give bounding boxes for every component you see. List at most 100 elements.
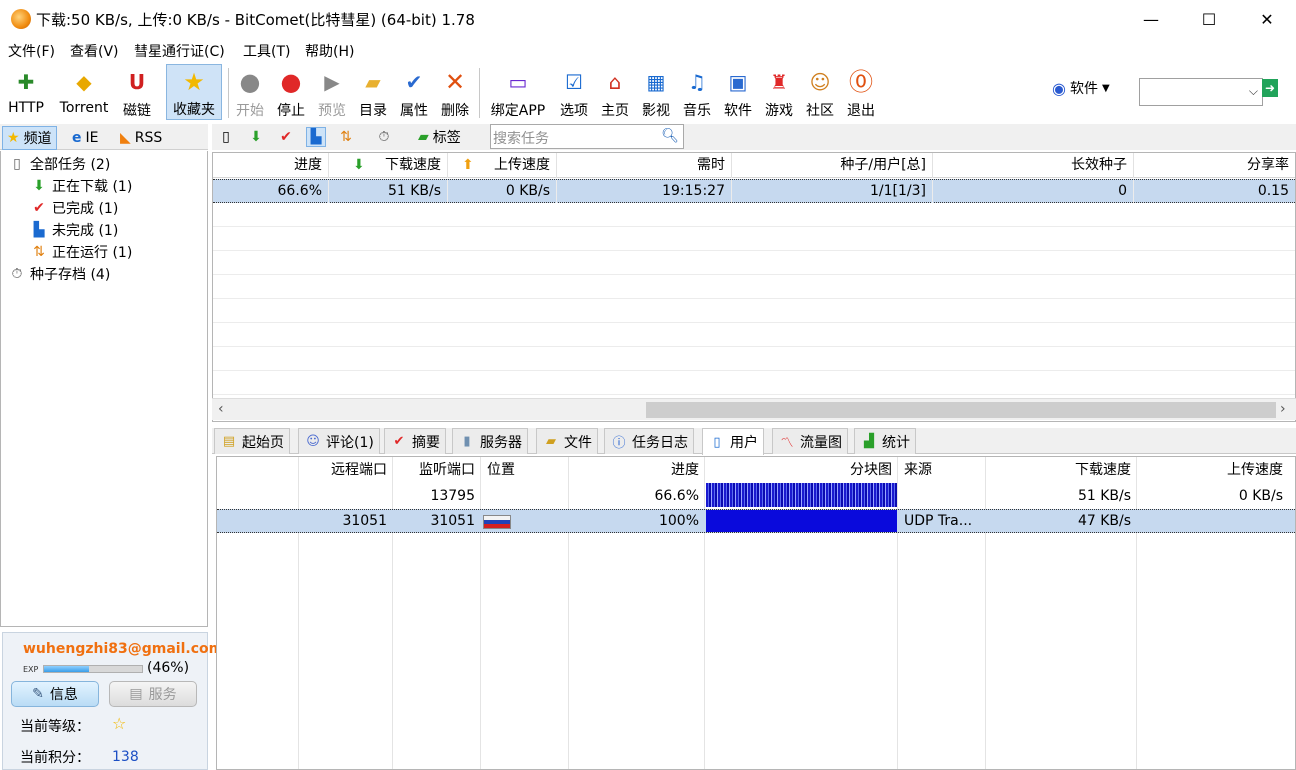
properties-icon: ✔: [405, 70, 423, 94]
task-row[interactable]: 66.6% 51 KB/s 0 KB/s 19:15:27 1/1[1/3] 0…: [213, 179, 1295, 203]
web-search-combo[interactable]: ⌵: [1139, 78, 1263, 106]
tab-servers[interactable]: ▮ 服务器: [452, 428, 528, 454]
col-upload-speed[interactable]: ⬆ 上传速度: [448, 153, 557, 178]
task-search-input[interactable]: 搜索任务: [493, 128, 549, 148]
col-pieces-map[interactable]: 分块图: [705, 457, 898, 484]
properties-button[interactable]: ✔ 属性: [396, 64, 432, 120]
exit-button[interactable]: ⓪ 退出: [843, 64, 879, 120]
bitcomet-logo-icon: [11, 9, 31, 29]
scroll-left-icon[interactable]: ‹: [218, 401, 224, 417]
menu-file[interactable]: 文件(F): [8, 41, 55, 61]
tab-start-page[interactable]: ▤ 起始页: [214, 428, 290, 454]
peer-row-self[interactable]: 13795 66.6% 51 KB/s 0 KB/s: [217, 483, 1295, 509]
peer-progress: 100%: [658, 513, 699, 529]
community-button[interactable]: ☺ 社区: [802, 64, 838, 120]
tab-ie[interactable]: e IE: [68, 126, 102, 150]
tab-files[interactable]: ▰ 文件: [536, 428, 598, 454]
col-source[interactable]: 来源: [898, 457, 986, 484]
tab-channel[interactable]: ★ 频道: [2, 126, 57, 150]
tag-button[interactable]: ▰ 标签: [418, 127, 461, 147]
peer-remote-port: 31051: [342, 513, 387, 529]
stop-button[interactable]: ● 停止: [273, 64, 309, 120]
running-icon: ⇅: [33, 244, 45, 260]
peer-row[interactable]: 31051 31051 100% UDP Tra... 47 KB/s: [217, 509, 1295, 533]
all-tasks-filter-icon[interactable]: ▯: [216, 127, 236, 147]
download-arrow-icon: ⬇: [353, 157, 365, 173]
http-button[interactable]: ✚ HTTP: [4, 64, 48, 120]
col-seeds-peers[interactable]: 种子/用户[总]: [732, 153, 933, 178]
exp-percent: (46%): [147, 660, 190, 676]
torrent-archive-filter-icon[interactable]: ⏱: [374, 127, 394, 147]
chevron-down-icon[interactable]: ⌵: [1249, 84, 1258, 99]
summary-icon: ✔: [393, 434, 405, 449]
menu-help[interactable]: 帮助(H): [305, 41, 354, 61]
col-location[interactable]: 位置: [481, 457, 569, 484]
tree-item-torrent-archive[interactable]: ⏱ 种子存档 (4): [9, 263, 111, 285]
task-list-horizontal-scrollbar[interactable]: ‹ ›: [212, 398, 1296, 420]
software-dropdown[interactable]: ◉ 软件 ▼: [1052, 78, 1110, 98]
delete-button[interactable]: ✕ 删除: [437, 64, 473, 120]
task-filter-toolbar: ▯ ⬇ ✔ ▙ ⇅ ⏱ ▰ 标签 搜索任务 🔍︎: [212, 124, 1296, 150]
tab-comments[interactable]: ☺ 评论(1): [298, 428, 380, 454]
start-button[interactable]: ● 开始: [232, 64, 268, 120]
task-list: 进度 ⬇ 下载速度 ⬆ 上传速度 需时 种子/用户[总] 长效种子 分享率 66…: [212, 152, 1296, 422]
options-button[interactable]: ☑ 选项: [556, 64, 592, 120]
user-email[interactable]: wuhengzhi83@gmail.com: [23, 641, 223, 657]
col-long-seeds[interactable]: 长效种子: [933, 153, 1134, 178]
torrent-button[interactable]: ◆ Torrent: [54, 64, 114, 120]
software-button[interactable]: ▣ 软件: [720, 64, 756, 120]
tree-item-incomplete[interactable]: ▙ 未完成 (1): [31, 219, 119, 241]
menu-view[interactable]: 查看(V): [70, 41, 119, 61]
menu-tools[interactable]: 工具(T): [243, 41, 290, 61]
downloading-filter-icon[interactable]: ⬇: [246, 127, 266, 147]
col-download-speed[interactable]: ⬇ 下载速度: [329, 153, 448, 178]
tree-item-completed[interactable]: ✔ 已完成 (1): [31, 197, 118, 219]
music-button[interactable]: ♫ 音乐: [679, 64, 715, 120]
info-button[interactable]: ✎ 信息: [11, 681, 99, 707]
magnet-button[interactable]: U 磁链: [118, 64, 156, 120]
col-peer-progress[interactable]: 进度: [569, 457, 705, 484]
search-icon[interactable]: 🔍︎: [661, 128, 679, 144]
preview-icon: ▶: [324, 70, 340, 94]
tree-item-running[interactable]: ⇅ 正在运行 (1): [31, 241, 132, 263]
col-listen-port[interactable]: 监听端口: [393, 457, 481, 484]
tab-traffic-graph[interactable]: 〽 流量图: [772, 428, 848, 454]
completed-filter-icon[interactable]: ✔: [276, 127, 296, 147]
col-share-ratio[interactable]: 分享率: [1134, 153, 1295, 178]
bind-app-button[interactable]: ▭ 绑定APP: [486, 64, 550, 120]
tab-summary[interactable]: ✔ 摘要: [384, 428, 446, 454]
col-peer-download-speed[interactable]: 下载速度: [986, 457, 1137, 484]
close-button[interactable]: ✕: [1238, 0, 1296, 38]
level-star-icon: ☆: [112, 714, 127, 733]
torrent-add-icon: ◆: [76, 70, 92, 94]
go-arrow-icon[interactable]: ➜: [1262, 79, 1278, 97]
scrollbar-thumb[interactable]: [646, 402, 1276, 418]
minimize-button[interactable]: —: [1122, 0, 1180, 38]
task-search-box[interactable]: 搜索任务 🔍︎: [490, 124, 684, 149]
col-peer-upload-speed[interactable]: 上传速度: [1137, 457, 1289, 484]
game-button[interactable]: ♜ 游戏: [761, 64, 797, 120]
tab-task-log[interactable]: ⓘ 任务日志: [604, 428, 694, 454]
col-remote-port[interactable]: 远程端口: [299, 457, 393, 484]
bind-app-icon: ▭: [508, 70, 528, 94]
service-button[interactable]: ▤ 服务: [109, 681, 197, 707]
tab-peers[interactable]: ▯ 用户: [702, 428, 764, 455]
col-eta[interactable]: 需时: [557, 153, 732, 178]
scroll-right-icon[interactable]: ›: [1280, 401, 1286, 417]
tree-item-downloading[interactable]: ⬇ 正在下载 (1): [31, 175, 132, 197]
tab-rss[interactable]: ◣ RSS: [116, 126, 166, 150]
running-filter-icon[interactable]: ⇅: [336, 127, 356, 147]
maximize-button[interactable]: ☐: [1180, 0, 1238, 38]
home-button[interactable]: ⌂ 主页: [597, 64, 633, 120]
video-button[interactable]: ▦ 影视: [638, 64, 674, 120]
folder-button[interactable]: ▰ 目录: [355, 64, 391, 120]
col-progress[interactable]: 进度: [213, 153, 329, 178]
tab-statistics[interactable]: ▟ 统计: [854, 428, 916, 454]
delete-icon: ✕: [444, 68, 466, 96]
menu-passport[interactable]: 彗星通行证(C): [134, 41, 225, 61]
incomplete-filter-icon[interactable]: ▙: [306, 127, 326, 147]
preview-button[interactable]: ▶ 预览: [314, 64, 350, 120]
favorites-button[interactable]: ★ 收藏夹: [166, 64, 222, 120]
comments-icon: ☺: [306, 434, 320, 449]
tree-item-all-tasks[interactable]: ▯ 全部任务 (2): [9, 153, 110, 175]
